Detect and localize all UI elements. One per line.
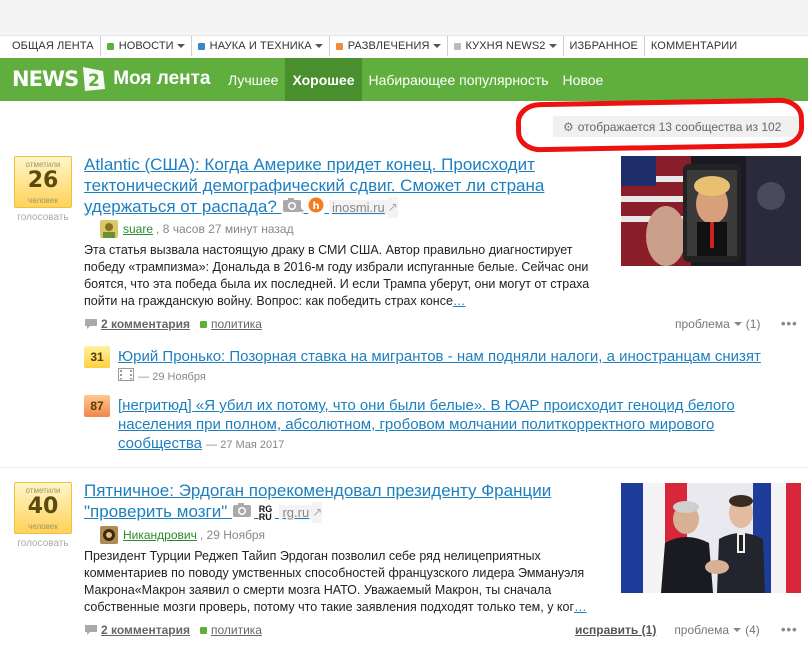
svg-text:2: 2 [88, 71, 100, 91]
vote-badge[interactable]: отметили 26 человек [14, 156, 72, 208]
related-item[interactable]: [негритюд] «Я убил их потому, что они бы… [118, 396, 788, 455]
vote-badge[interactable]: отметили 40 человек [14, 482, 72, 534]
read-more-link[interactable]: … [453, 294, 466, 308]
cat-news[interactable]: НОВОСТИ [101, 36, 192, 56]
more-options-icon[interactable]: ••• [781, 622, 798, 637]
source-domain[interactable]: rg.ru [279, 505, 313, 520]
tab-new[interactable]: Новое [556, 58, 611, 101]
post-thumbnail[interactable] [621, 156, 801, 266]
vote-widget[interactable]: отметили 40 человек голосовать [14, 482, 72, 549]
more-options-icon[interactable]: ••• [781, 316, 798, 331]
browser-top-strip [0, 0, 808, 36]
cat-comments[interactable]: КОММЕНТАРИИ [645, 36, 743, 56]
cat-science[interactable]: НАУКА И ТЕХНИКА [192, 36, 330, 56]
cat-entertainment[interactable]: РАЗВЛЕЧЕНИЯ [330, 36, 448, 56]
page-title: Моя лента [113, 68, 211, 89]
chevron-down-icon [176, 44, 185, 48]
source-favicon-icon: h [308, 197, 324, 218]
comment-icon [85, 319, 97, 329]
svg-text:h: h [313, 201, 320, 212]
related-score: 31 [84, 346, 110, 368]
related-score: 87 [84, 395, 110, 417]
post-meta: 2 комментария политика [84, 623, 262, 637]
chevron-down-icon [432, 44, 441, 48]
green-square-icon [199, 626, 207, 634]
cat-kitchen[interactable]: КУХНЯ NEWS2 [448, 36, 564, 56]
category-nav: ОБЩАЯ ЛЕНТА НОВОСТИ НАУКА И ТЕХНИКА РАЗВ… [6, 36, 743, 56]
avatar[interactable] [100, 526, 118, 544]
post-time: , 8 часов 27 минут назад [156, 222, 294, 236]
comments-link[interactable]: 2 комментария [84, 317, 190, 331]
post-byline: Никандрович , 29 Ноября [100, 526, 265, 544]
fix-button[interactable]: исправить (1) [575, 623, 656, 637]
vote-count: 26 [27, 168, 59, 193]
green-square-icon [106, 42, 114, 50]
vote-widget[interactable]: отметили 26 человек голосовать [14, 156, 72, 223]
red-annotation-circle [515, 97, 805, 153]
external-link-icon: ↗ [387, 197, 398, 219]
vote-link[interactable]: голосовать [14, 212, 72, 223]
vote-count: 40 [27, 494, 59, 519]
post-title[interactable]: Atlantic (США): Когда Америке придет кон… [84, 154, 614, 219]
post-actions: исправить (1) проблема (4) [575, 623, 760, 637]
comment-icon [85, 625, 97, 635]
problem-report[interactable]: проблема (1) [675, 317, 760, 331]
vote-link[interactable]: голосовать [14, 538, 72, 549]
camera-icon [232, 502, 254, 523]
site-logo[interactable]: NEWS 2 Моя лента [12, 63, 211, 95]
tab-best[interactable]: Лучшее [221, 58, 285, 101]
post-meta: 2 комментария политика [84, 317, 262, 331]
tab-good[interactable]: Хорошее [285, 58, 362, 101]
tag-link[interactable]: политика [211, 317, 262, 331]
cat-general-feed[interactable]: ОБЩАЯ ЛЕНТА [6, 36, 101, 56]
chevron-down-icon [733, 322, 742, 326]
video-icon [118, 367, 134, 386]
green-square-icon [199, 320, 207, 328]
chevron-down-icon [733, 628, 742, 632]
cat-favorites[interactable]: ИЗБРАННОЕ [564, 36, 645, 56]
feed-tabs: Лучшее Хорошее Набирающее популярность Н… [221, 58, 610, 101]
grey-square-icon [453, 42, 461, 50]
external-link-icon: ↗ [312, 502, 323, 524]
blue-square-icon [197, 42, 205, 50]
svg-text:+: + [299, 207, 304, 213]
post-excerpt: Эта статья вызвала настоящую драку в СМИ… [84, 243, 590, 308]
read-more-link[interactable]: … [574, 600, 587, 614]
author-link[interactable]: suare [123, 222, 153, 236]
post-thumbnail[interactable] [621, 483, 801, 593]
post-title[interactable]: Пятничное: Эрдоган порекомендовал презид… [84, 480, 614, 524]
source-domain[interactable]: inosmi.ru [328, 200, 388, 215]
news2-logo-icon: 2 [83, 67, 106, 91]
problem-report[interactable]: проблема (4) [674, 623, 759, 637]
camera-icon: + [282, 197, 305, 218]
post-time: , 29 Ноября [199, 528, 265, 542]
chevron-down-icon [548, 44, 557, 48]
tab-trending[interactable]: Набирающее популярность [362, 58, 556, 101]
post-excerpt: Президент Турции Реджеп Тайип Эрдоган по… [84, 549, 587, 614]
related-item[interactable]: Юрий Пронько: Позорная ставка на мигрант… [118, 347, 768, 387]
source-favicon-icon: RG RU [258, 503, 273, 522]
chevron-down-icon [314, 44, 323, 48]
tag-link[interactable]: политика [211, 623, 262, 637]
post-byline: suare , 8 часов 27 минут назад [100, 220, 294, 238]
comments-link[interactable]: 2 комментария [84, 623, 190, 637]
avatar[interactable] [100, 220, 118, 238]
author-link[interactable]: Никандрович [123, 528, 197, 542]
orange-square-icon [335, 42, 343, 50]
post-divider [0, 467, 808, 468]
